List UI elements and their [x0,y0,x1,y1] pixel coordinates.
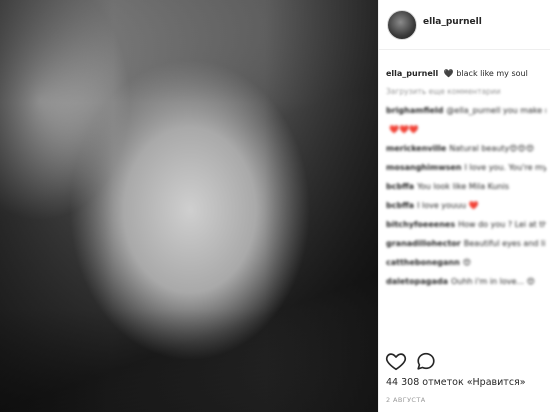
comment-icon[interactable] [415,350,437,372]
comment-username[interactable]: granadillohector [386,239,461,248]
post-photo[interactable] [0,0,378,412]
post-actions [385,350,545,372]
likes-count[interactable]: 44 308 отметок «Нравится» [386,377,526,388]
post-sidebar: ella_purnell ella_purnell 🖤 black like m… [378,0,550,412]
comment-username[interactable]: daletopagada [386,277,448,286]
caption-text: black like my soul [456,69,528,78]
comment-item: merickenville Natural beauty😍😍😍 [386,143,546,162]
photo-shading [0,0,378,412]
comment-username[interactable]: brighamfield [386,106,443,115]
comment-text: I love you. You're my favorite actress [464,163,546,172]
comment-item: daletopagada Ouhh i'm in love... 😍 [386,276,546,295]
post-date: 2 АВГУСТА [386,396,426,404]
comment-text: 😍 [462,258,472,267]
comment-item: catthebonegann 😍 [386,257,546,276]
header-username[interactable]: ella_purnell [423,17,482,27]
comment-text: I love youuu ❤️ [417,201,479,210]
comment-username[interactable]: bcbffa [386,182,414,191]
comment-item: ❤️❤️❤️ [386,124,546,143]
post-header: ella_purnell [379,0,550,50]
comment-username[interactable]: catthebonegann [386,258,460,267]
caption: ella_purnell 🖤 black like my soul [386,68,546,87]
comment-item: bcbffa I love youuu ❤️ [386,200,546,219]
heart-icon[interactable] [385,350,407,372]
load-more-comments[interactable]: Загрузить еще комментарии [386,87,546,105]
comment-text: Natural beauty😍😍😍 [449,144,535,153]
comments-list: ella_purnell 🖤 black like my soul Загруз… [386,68,546,295]
comment-item: brighamfield@ella_purnell you make me sm… [386,105,546,124]
comment-text: How do you ? Lei at this angle ? [458,220,546,229]
comment-username[interactable]: bitchyfoeeenes [386,220,455,229]
comment-item: mosanghimwsenI love you. You're my favor… [386,162,546,181]
comment-item: bitchyfoeeenesHow do you ? Lei at this a… [386,219,546,238]
comment-username[interactable]: merickenville [386,144,446,153]
black-heart-emoji: 🖤 [443,69,454,78]
comment-item: granadillohectorBeautiful eyes and lips,… [386,238,546,257]
comment-text: You look like Mila Kunis [417,182,510,191]
avatar[interactable] [387,10,417,40]
comment-text: Beautiful eyes and lips, you are an exce… [463,239,546,248]
comment-username[interactable]: mosanghimwsen [386,163,461,172]
caption-username[interactable]: ella_purnell [386,69,438,78]
comment-text: ❤️❤️❤️ [389,125,419,134]
comment-username[interactable]: bcbffa [386,201,414,210]
comment-item: bcbffa You look like Mila Kunis [386,181,546,200]
comment-text: Ouhh i'm in love... 😍 [451,277,535,286]
comment-text: @ella_purnell you make me smile and ther… [446,106,546,115]
